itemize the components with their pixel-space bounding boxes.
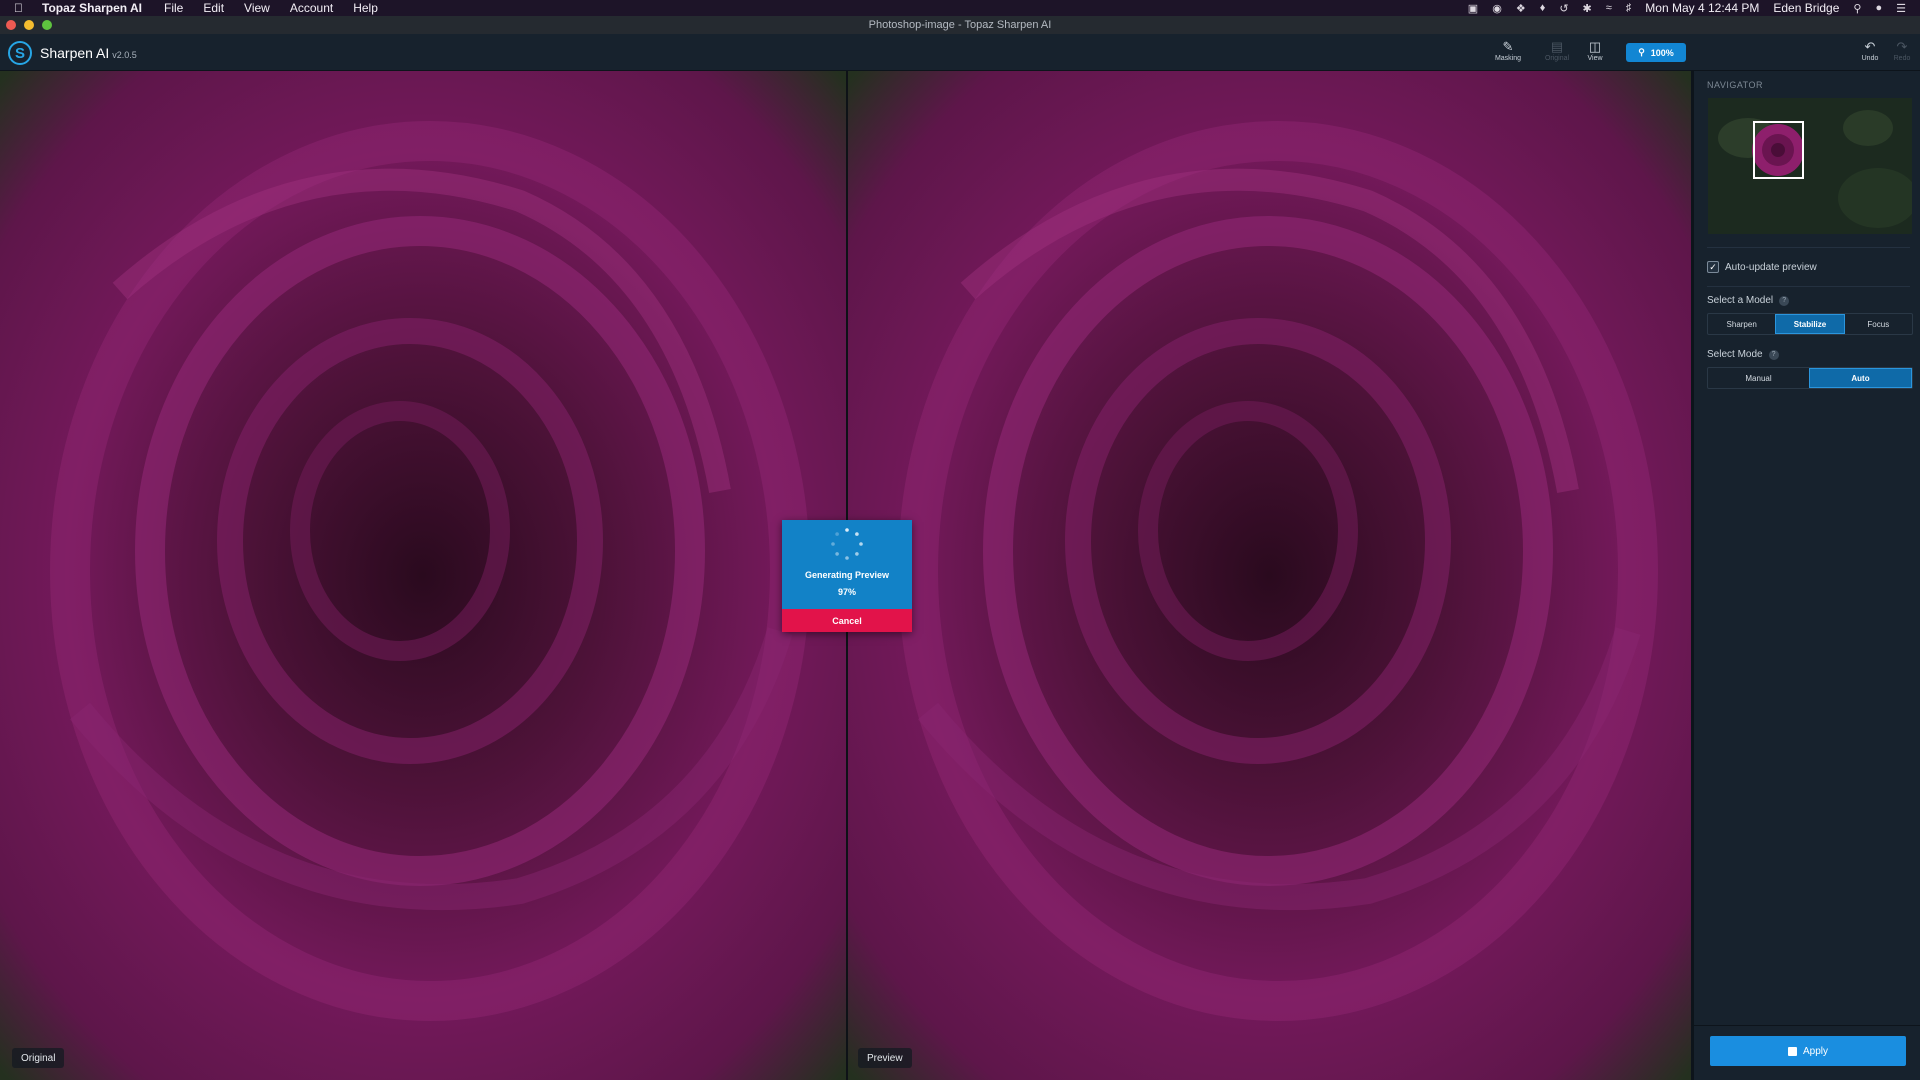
- flame-icon[interactable]: ♦: [1540, 2, 1546, 14]
- apply-label: Apply: [1802, 1045, 1828, 1057]
- generating-preview-dialog: Generating Preview 97% Cancel: [782, 520, 912, 632]
- select-mode-text: Select Mode: [1707, 349, 1763, 360]
- undo-label: Undo: [1861, 55, 1879, 62]
- minimize-window-button[interactable]: [24, 20, 34, 30]
- menu-view[interactable]: View: [244, 1, 270, 15]
- divider: [1707, 286, 1910, 287]
- app-version: v2.0.5: [112, 50, 137, 60]
- volume-icon[interactable]: ♯: [1626, 2, 1632, 14]
- menu-edit[interactable]: Edit: [203, 1, 224, 15]
- undo-icon: ↶: [1864, 39, 1876, 54]
- brush-icon: ✎: [1502, 39, 1514, 54]
- redo-label: Redo: [1893, 55, 1911, 62]
- divider: [1707, 247, 1910, 248]
- split-view-icon: ◫: [1588, 39, 1602, 54]
- view-label: View: [1587, 55, 1603, 62]
- original-image-panel[interactable]: Original: [0, 71, 846, 1080]
- model-stabilize-button[interactable]: Stabilize: [1775, 314, 1845, 334]
- auto-update-preview-row[interactable]: ✓ Auto-update preview: [1707, 261, 1817, 273]
- rose-photo-original: [0, 71, 846, 1080]
- app-toolbar: S Sharpen AI v2.0.5 ✎ Masking ▤ Original …: [0, 34, 1920, 71]
- auto-update-label: Auto-update preview: [1725, 261, 1817, 273]
- magnifier-icon: ⚲: [1638, 47, 1645, 57]
- menu-app-name[interactable]: Topaz Sharpen AI: [42, 1, 142, 15]
- redo-button[interactable]: ↷ Redo: [1884, 39, 1920, 67]
- apply-button[interactable]: Apply: [1710, 1036, 1906, 1066]
- select-model-label: Select a Model ?: [1707, 295, 1790, 306]
- navigator-title: NAVIGATOR: [1707, 80, 1764, 90]
- redo-icon: ↷: [1896, 39, 1908, 54]
- model-sharpen-button[interactable]: Sharpen: [1708, 314, 1775, 334]
- progress-percent: 97%: [837, 587, 856, 597]
- creative-cloud-icon[interactable]: ◉: [1492, 2, 1502, 15]
- menu-account[interactable]: Account: [290, 1, 333, 15]
- image-icon: ▤: [1550, 39, 1564, 54]
- image-canvas[interactable]: Original Preview Generating Preview 97% …: [0, 71, 1691, 1080]
- system-menu-bar:  Topaz Sharpen AI File Edit View Accoun…: [0, 0, 1920, 16]
- topaz-logo-icon: S: [8, 41, 32, 65]
- spotlight-search-icon[interactable]: ⚲: [1853, 2, 1861, 15]
- user-name[interactable]: Eden Bridge: [1773, 1, 1839, 15]
- loading-spinner-icon: [831, 528, 863, 560]
- siri-icon[interactable]: ●: [1875, 2, 1882, 14]
- settings-sidebar: NAVIGATOR ✓ Auto-update preview Select a…: [1691, 71, 1920, 1080]
- masking-label: Masking: [1494, 55, 1522, 62]
- app-title: Sharpen AI v2.0.5: [40, 45, 137, 61]
- original-label: Original: [1544, 55, 1570, 62]
- bluetooth-icon[interactable]: ✱: [1583, 2, 1592, 15]
- menu-help[interactable]: Help: [353, 1, 378, 15]
- select-mode-label: Select Mode ?: [1707, 349, 1779, 360]
- rose-photo-preview: [848, 71, 1691, 1080]
- auto-update-checkbox[interactable]: ✓: [1707, 261, 1719, 273]
- select-model-text: Select a Model: [1707, 295, 1774, 306]
- navigator-rose-thumbnail: [1708, 98, 1912, 234]
- close-window-button[interactable]: [6, 20, 16, 30]
- mode-manual-button[interactable]: Manual: [1708, 368, 1809, 388]
- screen-share-icon[interactable]: ▣: [1468, 2, 1478, 15]
- model-focus-button[interactable]: Focus: [1845, 314, 1912, 334]
- mode-auto-button[interactable]: Auto: [1809, 368, 1912, 388]
- undo-button[interactable]: ↶ Undo: [1852, 39, 1888, 67]
- view-button[interactable]: ◫ View: [1577, 39, 1613, 67]
- cancel-button[interactable]: Cancel: [782, 609, 912, 632]
- model-selector: Sharpen Stabilize Focus: [1707, 313, 1913, 335]
- app-title-text: Sharpen AI: [40, 45, 110, 61]
- apple-icon[interactable]: : [14, 1, 28, 15]
- masking-button[interactable]: ✎ Masking: [1490, 39, 1526, 67]
- preview-image-panel[interactable]: Preview: [848, 71, 1691, 1080]
- clock[interactable]: Mon May 4 12:44 PM: [1645, 1, 1759, 15]
- dropbox-icon[interactable]: ❖: [1516, 2, 1526, 15]
- original-button[interactable]: ▤ Original: [1539, 39, 1575, 67]
- zoom-button[interactable]: ⚲ 100%: [1626, 43, 1686, 62]
- window-title-bar: Photoshop-image - Topaz Sharpen AI: [0, 16, 1920, 34]
- navigator-viewport-box[interactable]: [1753, 121, 1804, 179]
- generating-preview-message: Generating Preview: [804, 570, 890, 580]
- window-controls: [6, 20, 52, 30]
- wifi-icon[interactable]: ≈: [1606, 2, 1612, 14]
- original-view-label: Original: [12, 1048, 65, 1068]
- zoom-label: 100%: [1650, 47, 1674, 58]
- apply-icon: [1787, 1046, 1797, 1056]
- menu-file[interactable]: File: [164, 1, 183, 15]
- window-title: Photoshop-image - Topaz Sharpen AI: [868, 19, 1052, 31]
- notification-center-icon[interactable]: ☰: [1896, 2, 1906, 15]
- mode-selector: Manual Auto: [1707, 367, 1913, 389]
- navigator-thumbnail[interactable]: [1708, 98, 1912, 234]
- time-machine-icon[interactable]: ↺: [1559, 2, 1568, 15]
- preview-view-label: Preview: [858, 1048, 912, 1068]
- mode-help-icon[interactable]: ?: [1768, 349, 1779, 360]
- maximize-window-button[interactable]: [42, 20, 52, 30]
- apply-footer: Apply: [1694, 1025, 1920, 1080]
- model-help-icon[interactable]: ?: [1779, 295, 1790, 306]
